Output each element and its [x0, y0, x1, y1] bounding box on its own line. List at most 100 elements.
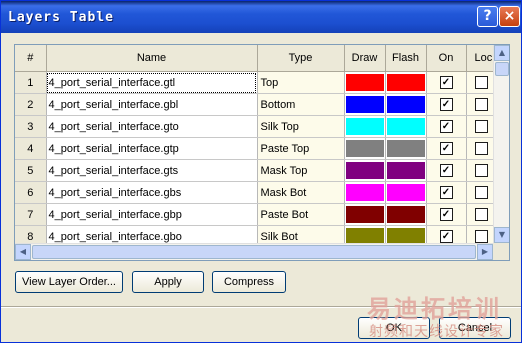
on-checkbox[interactable]: ✓ — [439, 186, 453, 199]
draw-color-swatch — [345, 206, 384, 223]
draw-color-cell[interactable] — [344, 71, 386, 94]
layer-type-cell[interactable]: Bottom — [257, 93, 345, 116]
layer-type-cell[interactable]: Paste Top — [257, 137, 345, 160]
on-cell: ✓ — [426, 159, 467, 182]
apply-button[interactable]: Apply — [132, 271, 204, 293]
row-number: 4 — [15, 137, 47, 160]
close-button[interactable]: × — [499, 6, 520, 27]
view-layer-order-button[interactable]: View Layer Order... — [15, 271, 123, 293]
table-row[interactable]: 3 4_port_serial_interface.gto Silk Top ✓ — [15, 115, 507, 138]
layer-type-cell[interactable]: Mask Bot — [257, 181, 345, 204]
compress-button[interactable]: Compress — [212, 271, 286, 293]
column-header-name[interactable]: Name — [46, 45, 258, 72]
layer-name-cell[interactable]: 4_port_serial_interface.gtl — [46, 71, 258, 94]
row-number: 5 — [15, 159, 47, 182]
layer-name-cell[interactable]: 4_port_serial_interface.gts — [46, 159, 258, 182]
layer-name-cell[interactable]: 4_port_serial_interface.gtp — [46, 137, 258, 160]
on-checkbox[interactable]: ✓ — [439, 208, 453, 221]
row-number: 3 — [15, 115, 47, 138]
scroll-right-icon[interactable]: ▶ — [477, 244, 493, 260]
horizontal-scroll-thumb[interactable] — [32, 245, 476, 259]
flash-color-cell[interactable] — [385, 181, 427, 204]
flash-color-swatch — [386, 74, 425, 91]
watermark-logo: 易迪拓培训 — [367, 295, 502, 323]
layer-type-cell[interactable]: Mask Top — [257, 159, 345, 182]
on-checkbox[interactable]: ✓ — [439, 98, 453, 111]
on-cell: ✓ — [426, 71, 467, 94]
draw-color-swatch — [345, 96, 384, 113]
flash-color-swatch — [386, 206, 425, 223]
on-cell: ✓ — [426, 93, 467, 116]
on-checkbox[interactable]: ✓ — [439, 76, 453, 89]
draw-color-swatch — [345, 74, 384, 91]
loc-checkbox[interactable] — [474, 120, 488, 133]
scroll-left-icon[interactable]: ◀ — [15, 244, 31, 260]
flash-color-cell[interactable] — [385, 137, 427, 160]
loc-checkbox[interactable] — [474, 208, 488, 221]
table-row[interactable]: 1 4_port_serial_interface.gtl Top ✓ — [15, 71, 507, 94]
draw-color-cell[interactable] — [344, 115, 386, 138]
on-checkbox[interactable]: ✓ — [439, 142, 453, 155]
layer-name-cell[interactable]: 4_port_serial_interface.gbp — [46, 203, 258, 226]
flash-color-cell[interactable] — [385, 159, 427, 182]
row-number: 1 — [15, 71, 47, 94]
row-number: 6 — [15, 181, 47, 204]
help-button[interactable]: ? — [477, 6, 498, 27]
layer-type-cell[interactable]: Paste Bot — [257, 203, 345, 226]
loc-checkbox[interactable] — [474, 230, 488, 243]
draw-color-cell[interactable] — [344, 93, 386, 116]
column-header-type[interactable]: Type — [257, 45, 345, 72]
table-row[interactable]: 4 4_port_serial_interface.gtp Paste Top ✓ — [15, 137, 507, 160]
flash-color-swatch — [386, 162, 425, 179]
table-row[interactable]: 7 4_port_serial_interface.gbp Paste Bot ✓ — [15, 203, 507, 226]
loc-checkbox[interactable] — [474, 76, 488, 89]
table-row[interactable]: 2 4_port_serial_interface.gbl Bottom ✓ — [15, 93, 507, 116]
draw-color-cell[interactable] — [344, 137, 386, 160]
table-row[interactable]: 6 4_port_serial_interface.gbs Mask Bot ✓ — [15, 181, 507, 204]
row-number: 2 — [15, 93, 47, 116]
column-header-draw[interactable]: Draw — [344, 45, 386, 72]
flash-color-swatch — [386, 118, 425, 135]
loc-checkbox[interactable] — [474, 164, 488, 177]
title-bar[interactable]: Layers Table ? × — [1, 1, 521, 33]
flash-color-cell[interactable] — [385, 93, 427, 116]
vertical-scroll-thumb[interactable] — [495, 62, 509, 76]
loc-checkbox[interactable] — [474, 186, 488, 199]
layer-name-cell[interactable]: 4_port_serial_interface.gbs — [46, 181, 258, 204]
layer-name-cell[interactable]: 4_port_serial_interface.gbl — [46, 93, 258, 116]
on-cell: ✓ — [426, 203, 467, 226]
table-row[interactable]: 5 4_port_serial_interface.gts Mask Top ✓ — [15, 159, 507, 182]
scroll-up-icon[interactable]: ▲ — [494, 45, 509, 61]
on-checkbox[interactable]: ✓ — [439, 120, 453, 133]
table-header-row: # Name Type Draw Flash On Loc — [15, 45, 507, 72]
layer-type-cell[interactable]: Silk Top — [257, 115, 345, 138]
flash-color-cell[interactable] — [385, 203, 427, 226]
on-checkbox[interactable]: ✓ — [439, 230, 453, 243]
scroll-down-icon[interactable]: ▼ — [494, 227, 509, 243]
row-number: 7 — [15, 203, 47, 226]
draw-color-swatch — [345, 118, 384, 135]
draw-color-cell[interactable] — [344, 181, 386, 204]
draw-color-cell[interactable] — [344, 159, 386, 182]
scrollbar-corner — [493, 243, 509, 260]
column-header-flash[interactable]: Flash — [385, 45, 427, 72]
horizontal-scrollbar[interactable]: ◀ ▶ — [15, 243, 493, 260]
layers-grid: # Name Type Draw Flash On Loc 1 4_port_se… — [14, 44, 510, 261]
vertical-scrollbar[interactable]: ▲ ▼ — [493, 45, 509, 243]
column-header-on[interactable]: On — [426, 45, 467, 72]
dialog-title: Layers Table — [8, 10, 114, 25]
draw-color-cell[interactable] — [344, 203, 386, 226]
loc-checkbox[interactable] — [474, 142, 488, 155]
flash-color-cell[interactable] — [385, 115, 427, 138]
flash-color-swatch — [386, 96, 425, 113]
layer-name-cell[interactable]: 4_port_serial_interface.gto — [46, 115, 258, 138]
draw-color-swatch — [345, 140, 384, 157]
on-cell: ✓ — [426, 115, 467, 138]
layer-type-cell[interactable]: Top — [257, 71, 345, 94]
loc-checkbox[interactable] — [474, 98, 488, 111]
layers-table-dialog: Layers Table ? × # Name Type Draw Flash … — [0, 0, 522, 343]
on-cell: ✓ — [426, 181, 467, 204]
on-checkbox[interactable]: ✓ — [439, 164, 453, 177]
column-header-number[interactable]: # — [15, 45, 47, 72]
flash-color-cell[interactable] — [385, 71, 427, 94]
